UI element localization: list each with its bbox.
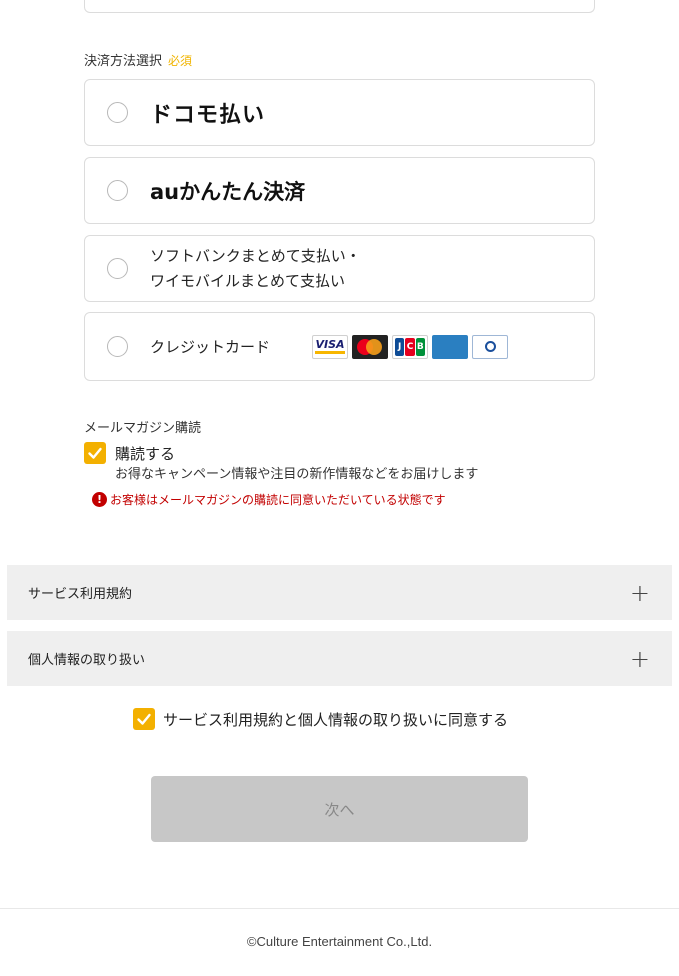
- checkmark-icon: [137, 713, 151, 725]
- credit-card-label: クレジットカード: [150, 338, 271, 356]
- mail-magazine-description: お得なキャンペーン情報や注目の新作情報などをお届けします: [115, 467, 479, 482]
- mail-magazine-notice: ! お客様はメールマガジンの購読に同意いただいている状態です: [92, 491, 446, 508]
- softbank-pay-label: ソフトバンクまとめて支払い・ ワイモバイルまとめて支払い: [150, 244, 361, 294]
- radio-docomo[interactable]: [107, 102, 128, 123]
- payment-method-label-text: 決済方法選択: [84, 54, 163, 69]
- accordion-privacy-policy[interactable]: 個人情報の取り扱い +: [7, 631, 672, 686]
- docomo-pay-label: ドコモ払い: [150, 102, 266, 128]
- next-button[interactable]: 次へ: [151, 776, 528, 842]
- mastercard-logo-icon: [352, 334, 389, 359]
- accordion-terms-of-service[interactable]: サービス利用規約 +: [7, 565, 672, 620]
- footer-copyright: ©Culture Entertainment Co.,Ltd.: [246, 934, 433, 949]
- jcb-letter-c: C: [405, 337, 415, 356]
- mail-magazine-notice-text: お客様はメールマガジンの購読に同意いただいている状態です: [110, 493, 446, 507]
- checkmark-icon: [88, 447, 102, 459]
- visa-logo-text: VISA: [315, 339, 345, 354]
- payment-method-label: 決済方法選択 必須: [84, 50, 192, 69]
- jcb-logo-icon: J C B: [392, 334, 429, 359]
- previous-input-field[interactable]: [84, 0, 595, 13]
- payment-option-au[interactable]: auかんたん決済: [84, 157, 595, 224]
- plus-icon[interactable]: +: [630, 647, 650, 671]
- accordion-privacy-label: 個人情報の取り扱い: [28, 653, 146, 668]
- card-brand-logos: VISA J C B: [312, 334, 509, 359]
- accordion-terms-label: サービス利用規約: [28, 587, 133, 602]
- payment-option-softbank[interactable]: ソフトバンクまとめて支払い・ ワイモバイルまとめて支払い: [84, 235, 595, 302]
- amex-logo-icon: [432, 334, 469, 359]
- mail-magazine-checkbox[interactable]: [84, 442, 106, 464]
- jcb-letter-b: B: [415, 337, 425, 356]
- softbank-pay-label-line1: ソフトバンクまとめて支払い・: [150, 246, 361, 265]
- payment-option-credit-card[interactable]: クレジットカード VISA J C B: [84, 312, 595, 381]
- payment-option-docomo[interactable]: ドコモ払い: [84, 79, 595, 146]
- agreement-checkbox[interactable]: [133, 708, 155, 730]
- agreement-checkbox-label: サービス利用規約と個人情報の取り扱いに同意する: [163, 710, 509, 729]
- plus-icon[interactable]: +: [630, 581, 650, 605]
- mail-magazine-checkbox-row[interactable]: 購読する: [84, 442, 175, 464]
- required-badge: 必須: [168, 54, 193, 68]
- visa-logo-icon: VISA: [312, 334, 349, 359]
- mail-magazine-label: メールマガジン購読: [84, 421, 202, 436]
- agreement-checkbox-row[interactable]: サービス利用規約と個人情報の取り扱いに同意する: [133, 708, 508, 730]
- jcb-letter-j: J: [395, 337, 405, 356]
- alert-icon: !: [92, 492, 107, 507]
- footer-divider: [0, 908, 679, 909]
- radio-au[interactable]: [107, 180, 128, 201]
- softbank-pay-label-line2: ワイモバイルまとめて支払い: [150, 271, 346, 290]
- diners-club-logo-icon: [472, 334, 509, 359]
- radio-softbank[interactable]: [107, 258, 128, 279]
- au-pay-label: auかんたん決済: [150, 179, 306, 204]
- mail-magazine-checkbox-label: 購読する: [115, 444, 176, 463]
- radio-credit-card[interactable]: [107, 336, 128, 357]
